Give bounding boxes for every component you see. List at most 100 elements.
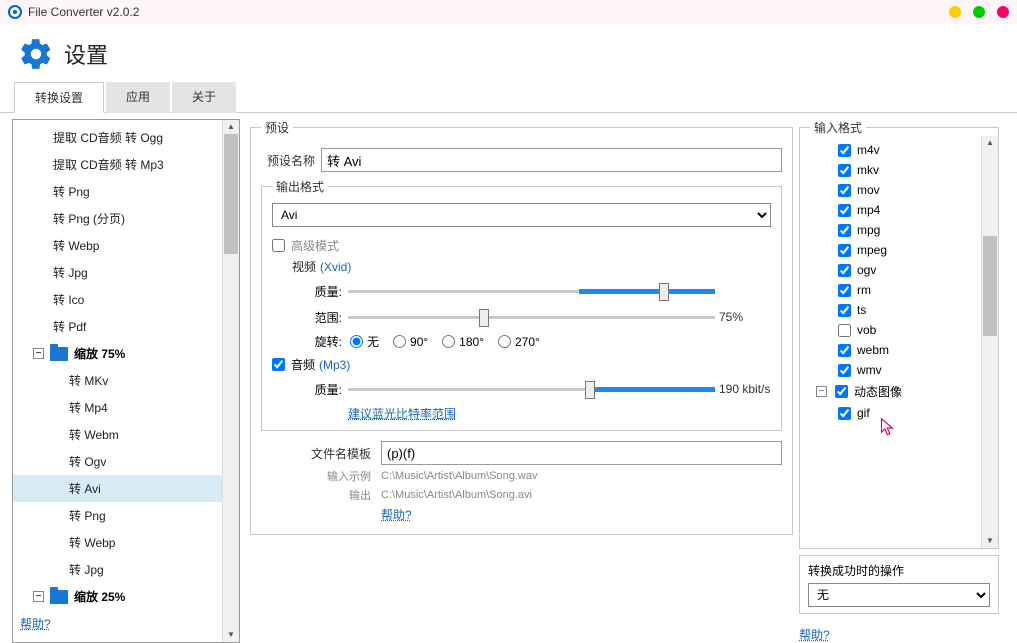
tree-item[interactable]: 转 Webp <box>13 529 239 556</box>
scroll-thumb[interactable] <box>983 236 997 336</box>
scroll-thumb[interactable] <box>224 134 238 254</box>
gear-icon <box>18 36 54 72</box>
output-legend: 输出格式 <box>272 178 328 195</box>
video-quality-slider[interactable] <box>348 281 715 301</box>
bitrate-link[interactable]: 建议蓝光比特率范围 <box>348 407 456 421</box>
input-format-label: m4v <box>857 143 880 157</box>
workspace: 提取 CD音频 转 Ogg 提取 CD音频 转 Mp3 转 Png 转 Png … <box>0 113 1017 643</box>
tree-item[interactable]: 转 Jpg <box>13 259 239 286</box>
tree-item[interactable]: 转 Mp4 <box>13 394 239 421</box>
video-quality-label: 质量: <box>302 283 342 300</box>
output-format-select[interactable]: Avi <box>272 203 771 227</box>
input-format-item-rm[interactable]: rm <box>808 280 976 300</box>
minimize-button[interactable] <box>949 6 961 18</box>
tree-item-selected[interactable]: 转 Avi <box>13 475 239 502</box>
tree-item[interactable]: 转 MKv <box>13 367 239 394</box>
filename-template-input[interactable] <box>381 441 782 465</box>
sample-input-value: C:\Music\Artist\Album\Song.wav <box>381 470 538 482</box>
tree-folder-scale75[interactable]: − 缩放 75% <box>13 340 239 367</box>
audio-quality-value: 190 kbit/s <box>715 382 771 396</box>
tab-presets[interactable]: 转换设置 <box>14 82 104 113</box>
input-format-checkbox[interactable] <box>838 364 851 377</box>
tree-item[interactable]: 转 Png (分页) <box>13 205 239 232</box>
scroll-down-icon[interactable]: ▼ <box>982 534 998 548</box>
input-format-checkbox[interactable] <box>838 164 851 177</box>
page-title: 设置 <box>64 38 108 70</box>
footer-help-link[interactable]: 帮助? <box>20 617 51 631</box>
audio-section-label: 音频 <box>291 356 315 373</box>
input-format-scrollbar[interactable]: ▲ ▼ <box>981 136 998 548</box>
tree-item[interactable]: 转 Png <box>13 178 239 205</box>
input-format-item-mpg[interactable]: mpg <box>808 220 976 240</box>
input-format-checkbox[interactable] <box>838 324 851 337</box>
close-button[interactable] <box>997 6 1009 18</box>
input-format-checkbox[interactable] <box>838 204 851 217</box>
audio-quality-label: 质量: <box>302 381 342 398</box>
input-format-group-checkbox[interactable] <box>835 385 848 398</box>
tree-item[interactable]: 转 Pdf <box>13 313 239 340</box>
tab-about[interactable]: 关于 <box>172 82 236 113</box>
app-icon <box>8 5 22 19</box>
advanced-mode-checkbox[interactable] <box>272 239 285 252</box>
input-format-label: ogv <box>857 263 876 277</box>
collapse-icon[interactable]: − <box>33 591 44 602</box>
preset-name-label: 预设名称 <box>261 152 321 169</box>
input-format-item-ts[interactable]: ts <box>808 300 976 320</box>
rotate-label: 旋转: <box>302 333 342 350</box>
rotate-none[interactable]: 无 <box>350 333 379 350</box>
input-format-item-ogv[interactable]: ogv <box>808 260 976 280</box>
input-format-item-gif[interactable]: gif <box>808 403 976 423</box>
collapse-icon[interactable]: − <box>33 348 44 359</box>
advanced-mode-label: 高级模式 <box>291 237 339 254</box>
input-format-checkbox[interactable] <box>838 144 851 157</box>
input-format-group-animated[interactable]: −动态图像 <box>808 380 976 403</box>
tab-apply[interactable]: 应用 <box>106 82 170 113</box>
input-format-item-mkv[interactable]: mkv <box>808 160 976 180</box>
tree-item[interactable]: 提取 CD音频 转 Ogg <box>13 124 239 151</box>
tree-item[interactable]: 转 Jpg <box>13 556 239 583</box>
input-format-checkbox[interactable] <box>838 244 851 257</box>
video-scale-label: 范围: <box>302 309 342 326</box>
input-format-checkbox[interactable] <box>838 304 851 317</box>
input-format-item-m4v[interactable]: m4v <box>808 140 976 160</box>
input-format-item-mp4[interactable]: mp4 <box>808 200 976 220</box>
sidebar-scrollbar[interactable]: ▲ ▼ <box>222 120 239 642</box>
template-help-link[interactable]: 帮助? <box>381 506 412 523</box>
preset-name-input[interactable] <box>321 148 782 172</box>
tree-item[interactable]: 转 Webm <box>13 421 239 448</box>
tree-item[interactable]: 转 Ico <box>13 286 239 313</box>
input-format-item-webm[interactable]: webm <box>808 340 976 360</box>
action-select[interactable]: 无 <box>808 583 990 607</box>
video-scale-slider[interactable] <box>348 307 715 327</box>
sample-input-label: 输入示例 <box>301 468 381 484</box>
input-format-item-wmv[interactable]: wmv <box>808 360 976 380</box>
input-format-checkbox[interactable] <box>838 224 851 237</box>
collapse-icon[interactable]: − <box>816 386 827 397</box>
rotate-180[interactable]: 180° <box>442 335 484 349</box>
input-format-fieldset: 输入格式 m4vmkvmovmp4mpgmpegogvrmtsvobwebmwm… <box>799 119 999 549</box>
input-format-item-vob[interactable]: vob <box>808 320 976 340</box>
tree-item[interactable]: 转 Webp <box>13 232 239 259</box>
input-format-checkbox[interactable] <box>838 264 851 277</box>
output-fieldset: 输出格式 Avi 高级模式 视频 (Xvid) 质量: <box>261 178 782 431</box>
tree-item[interactable]: 转 Ogv <box>13 448 239 475</box>
scroll-up-icon[interactable]: ▲ <box>982 136 998 150</box>
tree-folder-scale25[interactable]: − 缩放 25% <box>13 583 239 610</box>
rotate-90[interactable]: 90° <box>393 335 428 349</box>
input-format-checkbox[interactable] <box>838 184 851 197</box>
audio-enable-checkbox[interactable] <box>272 358 285 371</box>
input-format-checkbox[interactable] <box>838 284 851 297</box>
preset-legend: 预设 <box>261 119 293 136</box>
tree-item[interactable]: 提取 CD音频 转 Mp3 <box>13 151 239 178</box>
input-format-label: gif <box>857 406 870 420</box>
input-format-item-mpeg[interactable]: mpeg <box>808 240 976 260</box>
audio-quality-slider[interactable] <box>348 379 715 399</box>
maximize-button[interactable] <box>973 6 985 18</box>
rotate-270[interactable]: 270° <box>498 335 540 349</box>
input-format-checkbox[interactable] <box>838 407 851 420</box>
tree-folder-label: 缩放 25% <box>74 588 125 605</box>
input-format-item-mov[interactable]: mov <box>808 180 976 200</box>
scroll-up-icon[interactable]: ▲ <box>223 120 239 134</box>
input-format-checkbox[interactable] <box>838 344 851 357</box>
tree-item[interactable]: 转 Png <box>13 502 239 529</box>
